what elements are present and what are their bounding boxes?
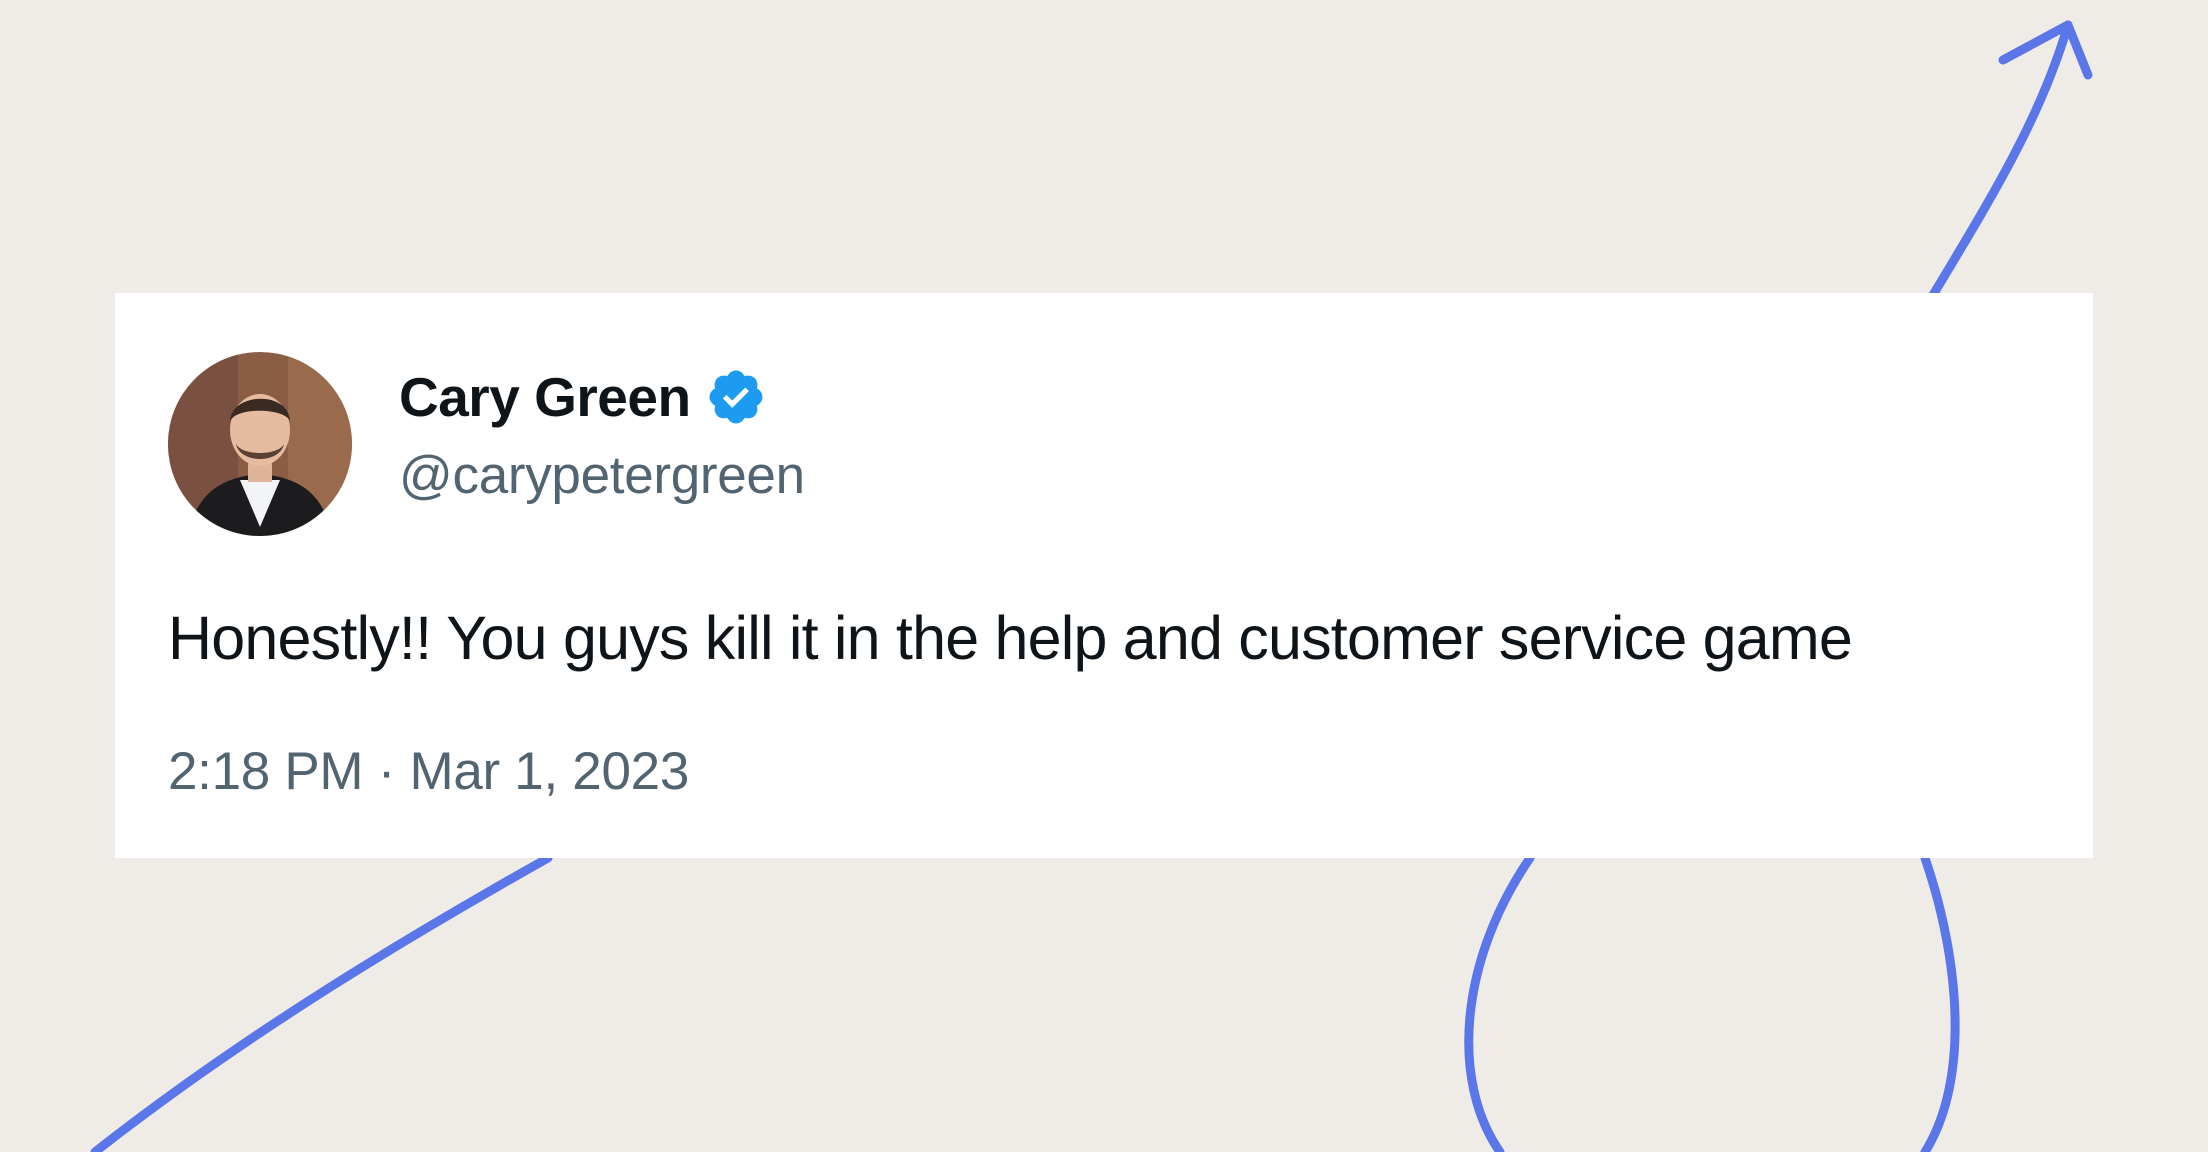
profile-photo	[168, 352, 352, 536]
decorative-arrow-head	[1998, 20, 2093, 80]
timestamp-separator: ·	[363, 742, 410, 801]
author-handle[interactable]: @carypetergreen	[399, 445, 805, 506]
decorative-loop-curve	[1464, 853, 1960, 1152]
tweet-timestamp[interactable]: 2:18 PM · Mar 1, 2023	[168, 741, 689, 802]
verified-badge-icon	[705, 366, 767, 428]
author-name[interactable]: Cary Green	[399, 365, 691, 429]
decorative-left-curve	[90, 853, 553, 1152]
tweet-date: Mar 1, 2023	[409, 742, 690, 801]
tweet-text: Honestly!! You guys kill it in the help …	[168, 604, 1853, 672]
tweet-card[interactable]: Cary Green @carypetergreen Honestly!! Yo…	[115, 293, 2093, 858]
author-name-row: Cary Green	[399, 365, 767, 429]
decorative-arrow-line	[1925, 20, 2073, 305]
avatar[interactable]	[168, 352, 352, 536]
tweet-time: 2:18 PM	[168, 742, 364, 801]
